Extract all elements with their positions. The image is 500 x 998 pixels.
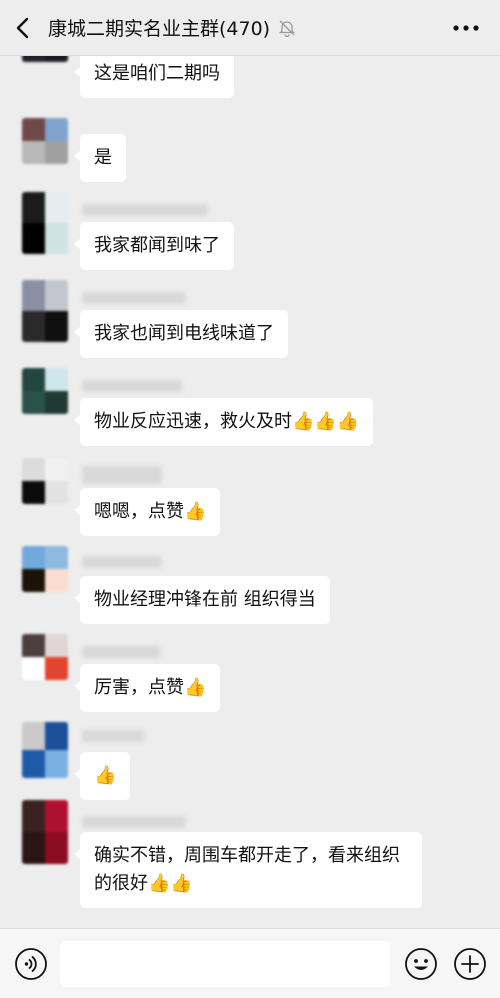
message-bubble[interactable]: 👍 [73, 752, 131, 800]
input-bar [0, 928, 500, 998]
message-bubble[interactable]: 是 [74, 134, 126, 182]
avatar[interactable] [22, 458, 68, 504]
message-bubble[interactable]: 厉害，点赞👍 [73, 664, 221, 712]
thumbs-up-icon: 👍👍 [148, 873, 193, 894]
sender-name [82, 204, 208, 216]
sender-name [82, 466, 162, 484]
more-button[interactable] [446, 14, 486, 42]
sender-name [82, 646, 160, 658]
message-bubble[interactable]: 确实不错，周围车都开走了，看来组织的很好👍👍 [74, 832, 422, 908]
bell-mute-icon [279, 20, 296, 37]
message-text: 嗯嗯，点赞 [94, 501, 184, 522]
message-text: 确实不错，周围车都开走了，看来组织的很好 [94, 845, 400, 894]
avatar[interactable] [22, 368, 68, 414]
message-bubble[interactable]: 物业反应迅速，救火及时👍👍👍 [73, 398, 374, 446]
avatar[interactable] [22, 546, 68, 592]
thumbs-up-icon: 👍👍👍 [292, 411, 360, 432]
plus-button[interactable] [453, 947, 487, 981]
emoji-button[interactable] [404, 947, 438, 981]
message-list[interactable]: 这是咱们二期吗 是 我家都闻到味了 我家也闻到电线味道了 物业反应迅速，救火及时… [0, 56, 500, 928]
message-bubble[interactable]: 我家也闻到电线味道了 [74, 310, 288, 358]
message-text: 这是咱们二期吗 [94, 63, 220, 84]
voice-icon [15, 948, 47, 980]
voice-button[interactable] [14, 947, 48, 981]
thumbs-up-icon: 👍 [94, 765, 117, 786]
message-bubble[interactable]: 物业经理冲锋在前 组织得当 [74, 576, 330, 624]
avatar[interactable] [22, 280, 68, 342]
message-text: 是 [94, 147, 112, 168]
sender-name [82, 816, 186, 828]
avatar[interactable] [22, 118, 68, 164]
message-bubble[interactable]: 我家都闻到味了 [74, 222, 234, 270]
chat-header: 康城二期实名业主群(470) [0, 0, 500, 56]
thumbs-up-icon: 👍 [184, 677, 207, 698]
avatar[interactable] [22, 800, 68, 864]
sender-name [82, 556, 162, 568]
thumbs-up-icon: 👍 [184, 501, 207, 522]
message-input[interactable] [60, 941, 390, 987]
message-bubble[interactable]: 嗯嗯，点赞👍 [73, 488, 221, 536]
avatar[interactable] [22, 56, 68, 62]
more-dots-icon [453, 25, 479, 31]
chevron-left-icon [16, 17, 29, 38]
emoji-icon [405, 948, 437, 980]
sender-name [82, 730, 144, 742]
sender-name [82, 380, 182, 392]
chat-title: 康城二期实名业主群(470) [48, 18, 271, 40]
plus-icon [454, 948, 486, 980]
message-bubble[interactable]: 这是咱们二期吗 [74, 56, 234, 98]
message-text: 我家也闻到电线味道了 [94, 323, 274, 344]
message-text: 物业经理冲锋在前 组织得当 [94, 589, 316, 610]
avatar[interactable] [22, 192, 68, 254]
message-text: 物业反应迅速，救火及时 [94, 411, 292, 432]
message-text: 我家都闻到味了 [94, 235, 220, 256]
message-text: 厉害，点赞 [94, 677, 184, 698]
sender-name [82, 292, 186, 304]
back-button[interactable] [0, 0, 44, 56]
avatar[interactable] [22, 634, 68, 680]
avatar[interactable] [22, 722, 68, 778]
